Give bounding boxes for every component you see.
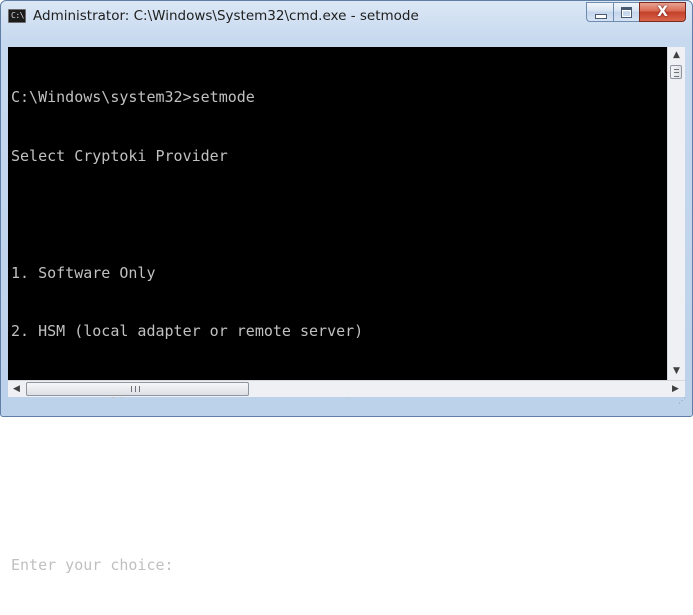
- console-line-option-1: 1. Software Only: [11, 263, 156, 282]
- maximize-button[interactable]: [613, 2, 639, 22]
- horizontal-scroll-thumb[interactable]: [26, 382, 249, 396]
- console-line-heading: Select Cryptoki Provider: [11, 146, 228, 165]
- maximize-icon: [621, 7, 632, 18]
- scroll-left-arrow-icon[interactable]: ◀: [8, 381, 25, 397]
- scroll-down-arrow-icon[interactable]: ▼: [668, 363, 685, 380]
- close-icon: X: [657, 4, 668, 20]
- vertical-scrollbar[interactable]: ▲ ▼: [667, 47, 685, 380]
- minimize-button[interactable]: [586, 2, 613, 22]
- close-button[interactable]: X: [639, 2, 686, 22]
- title-bar[interactable]: C:\ Administrator: C:\Windows\System32\c…: [1, 1, 692, 47]
- console-line-input-prompt: Enter your choice:: [11, 556, 174, 574]
- scroll-right-arrow-icon[interactable]: ▶: [667, 381, 684, 397]
- window-title: Administrator: C:\Windows\System32\cmd.e…: [33, 8, 419, 24]
- cmd-window: C:\ Administrator: C:\Windows\System32\c…: [0, 0, 693, 574]
- app-icon-glyph: C:\: [11, 11, 24, 20]
- console-output: C:\Windows\system32>setmode Select Crypt…: [11, 49, 390, 615]
- horizontal-scrollbar[interactable]: ◀ ▶: [8, 380, 685, 397]
- console-line-prompt: C:\Windows\system32>setmode: [11, 88, 255, 106]
- scroll-up-arrow-icon[interactable]: ▲: [668, 47, 685, 64]
- console-area[interactable]: C:\Windows\system32>setmode Select Crypt…: [8, 47, 667, 574]
- console-line-option-2: 2. HSM (local adapter or remote server): [11, 322, 364, 340]
- cmd-app-icon[interactable]: C:\: [8, 9, 26, 23]
- grip-icon: [674, 69, 679, 77]
- minimize-icon: [595, 14, 607, 19]
- resize-grip-icon[interactable]: ⋰: [678, 397, 688, 407]
- vertical-scroll-thumb[interactable]: [670, 65, 682, 79]
- grip-icon: [131, 386, 140, 392]
- caption-buttons: X: [586, 2, 686, 22]
